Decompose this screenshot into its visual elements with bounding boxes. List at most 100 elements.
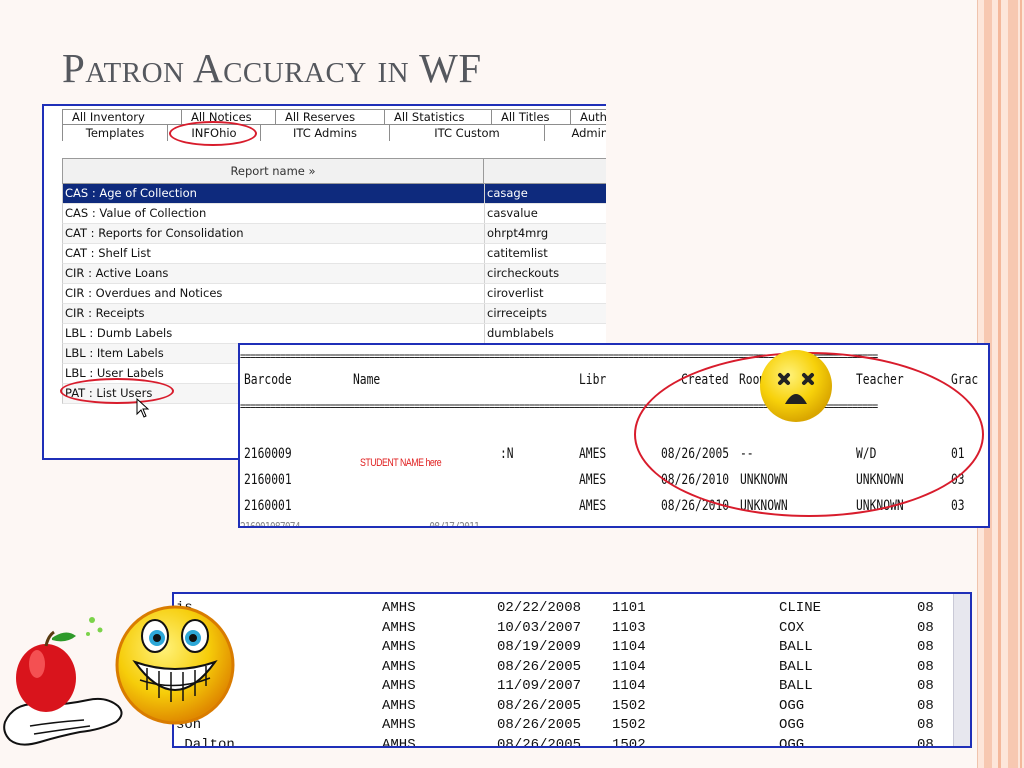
tab-row-bottom: Templates INFOhio ITC Admins ITC Custom … <box>62 124 606 141</box>
report-name-cell: CAS : Age of Collection <box>63 184 485 203</box>
tab-row-top: All Inventory All Notices All Reserves A… <box>62 109 606 125</box>
col-header-grade: Grac <box>951 372 979 388</box>
good-row-teacher-cell: BALL <box>779 658 813 675</box>
bad-row-name-cell: :N <box>500 446 514 462</box>
tab-authorities[interactable]: Authori <box>570 109 606 125</box>
good-row-grade-cell: 08 <box>917 639 934 655</box>
good-row-teacher-cell: OGG <box>779 717 805 733</box>
slide-title: Patron Accuracy in WF <box>62 45 482 91</box>
good-row-library-cell: AMHS <box>382 658 416 675</box>
report-row[interactable]: CAS : Age of Collection casage <box>62 184 606 204</box>
good-row-created-cell: 08/26/2005 <box>497 658 582 675</box>
bad-row-barcode-cell: 2160001 <box>244 498 292 514</box>
bad-row-grade-cell: 03 <box>951 498 965 514</box>
col-header-library: Libr <box>579 372 607 388</box>
report-id-cell: circheckouts <box>487 266 560 280</box>
tab-all-reserves[interactable]: All Reserves <box>275 109 385 125</box>
cut-off-row: 216001087074 ------ 08/17/2011 <box>240 520 480 528</box>
report-row[interactable]: CIR : Active Loans circheckouts <box>62 264 606 284</box>
good-row-grade-cell: 08 <box>917 600 934 616</box>
good-row-grade-cell: 08 <box>917 619 934 636</box>
good-row-created-cell: 10/03/2007 <box>497 619 582 636</box>
good-patron-listing: isAMHS02/22/20081101CLINE08AMHS10/03/200… <box>172 592 972 748</box>
good-row-room-cell: 1502 <box>612 697 646 714</box>
good-row-library-cell: AMHS <box>382 717 416 733</box>
good-row-teacher-cell: BALL <box>779 678 813 694</box>
bad-row-library-cell: AMES <box>579 446 607 462</box>
good-row-grade-cell: 08 <box>917 678 934 694</box>
good-row-grade-cell: 08 <box>917 736 934 748</box>
good-row-created-cell: 11/09/2007 <box>497 678 582 694</box>
infohio-highlight-circle <box>169 121 257 146</box>
mouse-pointer-icon <box>136 398 150 418</box>
tab-all-titles[interactable]: All Titles <box>491 109 571 125</box>
bad-patron-listing: ========================================… <box>238 343 990 528</box>
good-row-created-cell: 08/26/2005 <box>497 697 582 714</box>
list-users-highlight-circle <box>60 378 174 404</box>
good-row-created-cell: 08/19/2009 <box>497 639 582 655</box>
good-row-room-cell: 1104 <box>612 678 646 694</box>
good-row-library-cell: AMHS <box>382 697 416 714</box>
good-row-library-cell: AMHS <box>382 736 416 748</box>
good-row-grade-cell: 08 <box>917 658 934 675</box>
good-row-teacher-cell: OGG <box>779 736 805 748</box>
report-name-cell: LBL : Dumb Labels <box>63 324 485 343</box>
good-row-room-cell: 1103 <box>612 619 646 636</box>
bad-row-library-cell: AMES <box>579 498 607 514</box>
good-row-grade-cell: 08 <box>917 717 934 733</box>
bad-row-library-cell: AMES <box>579 472 607 488</box>
report-name-cell: CIR : Receipts <box>63 304 485 323</box>
report-row[interactable]: CIR : Receipts cirreceipts <box>62 304 606 324</box>
sad-face-icon <box>760 350 832 422</box>
good-row-created-cell: 08/26/2005 <box>497 736 582 748</box>
good-row-room-cell: 1502 <box>612 736 646 748</box>
good-row-created-cell: 02/22/2008 <box>497 600 582 616</box>
report-name-cell: CAT : Shelf List <box>63 244 485 263</box>
good-row-room-cell: 1104 <box>612 658 646 675</box>
good-row-room-cell: 1104 <box>612 639 646 655</box>
good-row-library-cell: AMHS <box>382 678 416 694</box>
report-table-header: Report name » <box>62 158 606 184</box>
report-row[interactable]: CAT : Shelf List catitemlist <box>62 244 606 264</box>
vertical-scrollbar[interactable] <box>953 594 970 746</box>
good-row-teacher-cell: BALL <box>779 639 813 655</box>
report-row[interactable]: LBL : Dumb Labels dumblabels <box>62 324 606 344</box>
report-row[interactable]: CIR : Overdues and Notices ciroverlist <box>62 284 606 304</box>
bad-row-barcode-cell: 2160001 <box>244 472 292 488</box>
tab-administration[interactable]: Administr <box>544 124 606 141</box>
tab-itc-admins[interactable]: ITC Admins <box>260 124 390 141</box>
report-row[interactable]: CAS : Value of Collection casvalue <box>62 204 606 224</box>
good-row-created-cell: 08/26/2005 <box>497 717 582 733</box>
report-id-cell: dumblabels <box>487 326 554 340</box>
student-name-placeholder: STUDENT NAME here <box>360 457 442 469</box>
good-row-library-cell: AMHS <box>382 619 416 636</box>
report-name-cell: CAT : Reports for Consolidation <box>63 224 485 243</box>
report-id-cell: casage <box>487 186 528 200</box>
col-header-barcode: Barcode <box>244 372 292 388</box>
report-id-cell: ohrpt4mrg <box>487 226 549 240</box>
happy-face-icon <box>115 605 235 725</box>
bad-row-barcode-cell: 2160009 <box>244 446 292 462</box>
report-row[interactable]: CAT : Reports for Consolidation ohrpt4mrg <box>62 224 606 244</box>
report-id-cell: catitemlist <box>487 246 548 260</box>
report-name-cell: CAS : Value of Collection <box>63 204 485 223</box>
tab-itc-custom[interactable]: ITC Custom <box>389 124 545 141</box>
good-row-teacher-cell: COX <box>779 619 805 636</box>
report-id-column-header <box>484 159 606 183</box>
report-id-cell: ciroverlist <box>487 286 544 300</box>
good-row-library-cell: AMHS <box>382 639 416 655</box>
tab-all-inventory[interactable]: All Inventory <box>62 109 182 125</box>
good-row-room-cell: 1101 <box>612 600 646 616</box>
good-row-teacher-cell: OGG <box>779 697 805 714</box>
report-id-cell: cirreceipts <box>487 306 547 320</box>
tab-all-statistics[interactable]: All Statistics <box>384 109 492 125</box>
good-row-room-cell: 1502 <box>612 717 646 733</box>
report-id-cell: casvalue <box>487 206 538 220</box>
tab-templates[interactable]: Templates <box>62 124 168 141</box>
report-name-column-header[interactable]: Report name » <box>63 159 484 183</box>
good-row-teacher-cell: CLINE <box>779 600 822 616</box>
report-name-cell: CIR : Active Loans <box>63 264 485 283</box>
good-row-library-cell: AMHS <box>382 600 416 616</box>
col-header-name: Name <box>353 372 381 388</box>
report-name-cell: CIR : Overdues and Notices <box>63 284 485 303</box>
